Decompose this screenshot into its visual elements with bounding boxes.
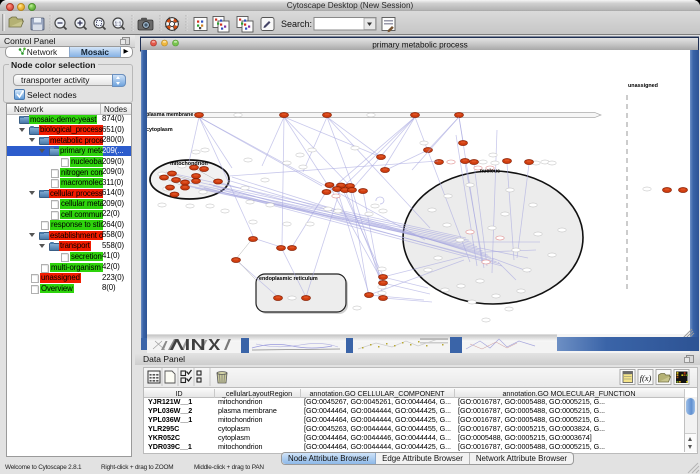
svg-text:nucleus: nucleus <box>480 169 500 175</box>
svg-text:plasma membrane: plasma membrane <box>146 112 193 118</box>
svg-text:Search:: Search: <box>281 19 312 29</box>
svg-text:f(x): f(x) <box>640 373 652 383</box>
svg-text:endoplasmic reticulum: endoplasmic reticulum <box>259 276 318 282</box>
svg-text:cytoplasm: cytoplasm <box>146 127 173 133</box>
svg-text:1:1: 1:1 <box>115 22 122 28</box>
svg-text:unassigned: unassigned <box>628 83 658 89</box>
svg-text:mitochondrion: mitochondrion <box>170 161 208 167</box>
svg-text:primary metabolic process: primary metabolic process <box>372 41 468 50</box>
